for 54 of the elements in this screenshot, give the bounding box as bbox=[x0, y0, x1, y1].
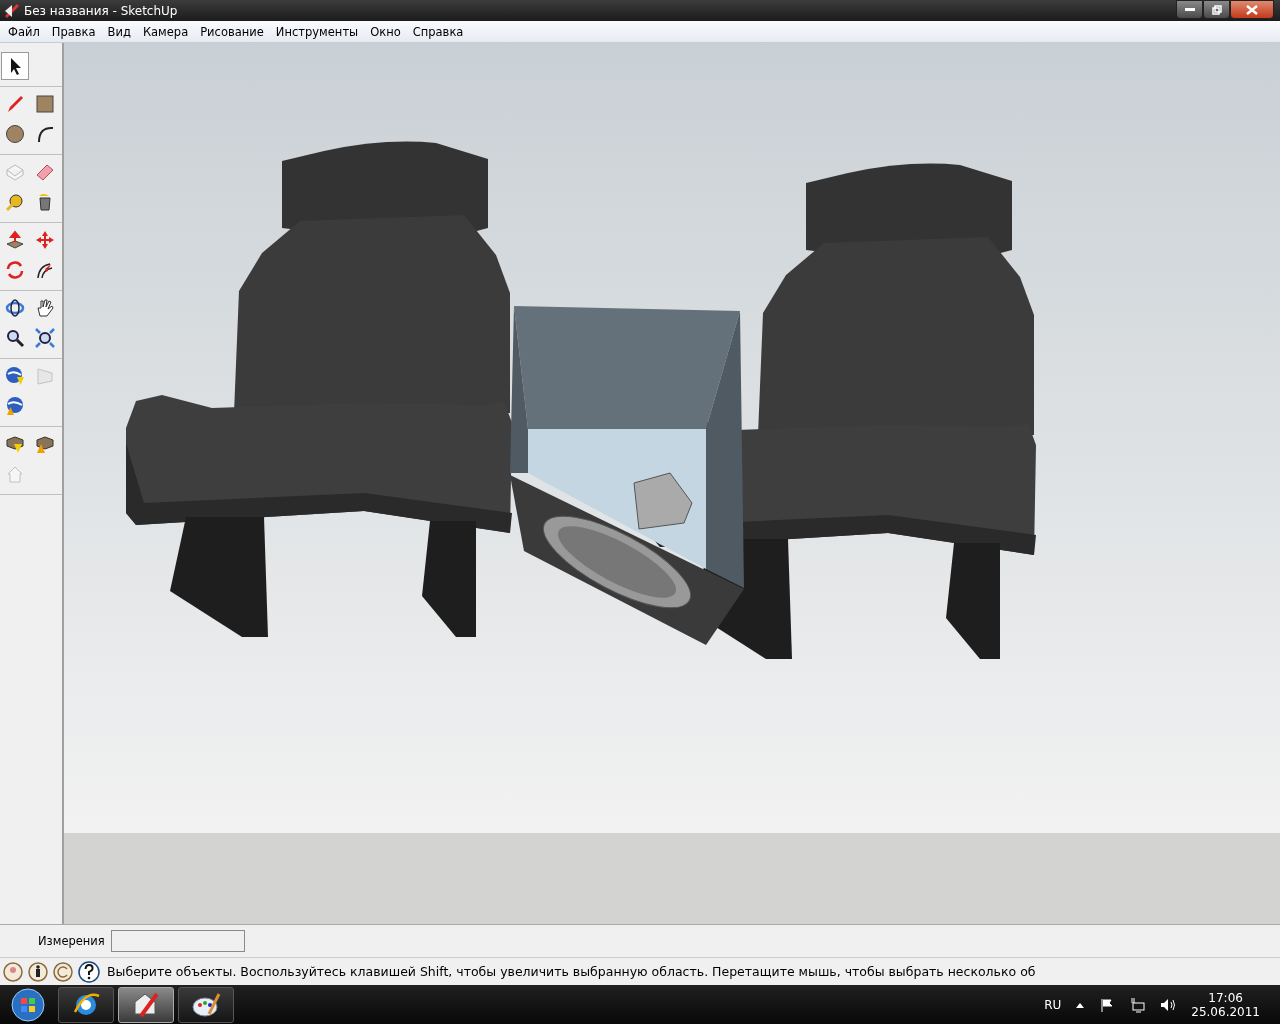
zoom-extents-icon bbox=[35, 328, 55, 348]
copyright-icon[interactable] bbox=[53, 961, 73, 982]
orbit-icon bbox=[5, 298, 25, 318]
menu-item[interactable]: Вид bbox=[101, 24, 137, 39]
menu-item[interactable]: Окно bbox=[364, 24, 407, 39]
pencil-icon bbox=[5, 94, 25, 114]
measurements-label: Измерения bbox=[38, 934, 105, 948]
house-icon bbox=[5, 464, 25, 484]
minimize-button[interactable] bbox=[1176, 0, 1203, 19]
box-upload-icon bbox=[35, 434, 55, 454]
menu-item[interactable]: Инструменты bbox=[269, 24, 365, 39]
clock-date: 25.06.2011 bbox=[1191, 1004, 1260, 1019]
windows-orb-icon bbox=[11, 987, 45, 1022]
status-text: Выберите объекты. Воспользуйтесь клавишей Shift, чтобы увеличить выбранную область. Перетащите мышь, чтобы выбрать несколько об bbox=[107, 964, 1036, 979]
window-title: Без названия - SketchUp bbox=[24, 3, 179, 18]
network-icon[interactable] bbox=[1129, 996, 1146, 1013]
clock-time: 17:06 bbox=[1208, 990, 1243, 1005]
taskbar-app-button[interactable] bbox=[178, 986, 234, 1023]
pencil-sketch-icon bbox=[4, 2, 20, 19]
push-pull-icon bbox=[5, 230, 25, 250]
3d-viewport[interactable] bbox=[64, 43, 1280, 924]
move-icon bbox=[35, 230, 55, 250]
eraser-icon bbox=[35, 162, 55, 182]
box-icon bbox=[5, 162, 25, 182]
taskbar-app-button[interactable] bbox=[118, 986, 174, 1023]
arc-icon bbox=[35, 124, 55, 144]
hand-icon bbox=[35, 298, 55, 318]
offset-icon bbox=[35, 260, 55, 280]
menu-item[interactable]: Правка bbox=[45, 24, 102, 39]
taskbar-app-button[interactable] bbox=[58, 986, 114, 1023]
tool-button[interactable] bbox=[1, 52, 29, 80]
globe-download-icon bbox=[5, 366, 25, 386]
menu-item[interactable]: Камера bbox=[136, 24, 195, 39]
tape-measure-icon bbox=[5, 192, 25, 212]
minimize-icon bbox=[1184, 8, 1195, 11]
close-icon bbox=[1246, 4, 1258, 15]
box-download-icon bbox=[5, 434, 25, 454]
person-icon[interactable] bbox=[28, 961, 48, 982]
rectangle-icon bbox=[35, 94, 55, 114]
location-pin-icon[interactable] bbox=[3, 961, 23, 982]
circle-icon bbox=[5, 124, 25, 144]
search-icon bbox=[5, 328, 25, 348]
restore-icon bbox=[1211, 4, 1222, 15]
menu-item[interactable]: Справка bbox=[406, 24, 470, 39]
maximize-button[interactable] bbox=[1203, 0, 1230, 19]
language-indicator[interactable]: RU bbox=[1044, 997, 1062, 1012]
menu-item[interactable]: Рисование bbox=[194, 24, 270, 39]
help-icon[interactable] bbox=[78, 960, 100, 983]
measurements-field[interactable] bbox=[110, 930, 245, 952]
rotate-icon bbox=[5, 260, 25, 280]
photo-texture-icon bbox=[35, 366, 55, 386]
globe-upload-icon bbox=[5, 396, 25, 416]
menu-item[interactable]: Файл bbox=[2, 24, 46, 39]
close-button[interactable] bbox=[1230, 0, 1274, 19]
